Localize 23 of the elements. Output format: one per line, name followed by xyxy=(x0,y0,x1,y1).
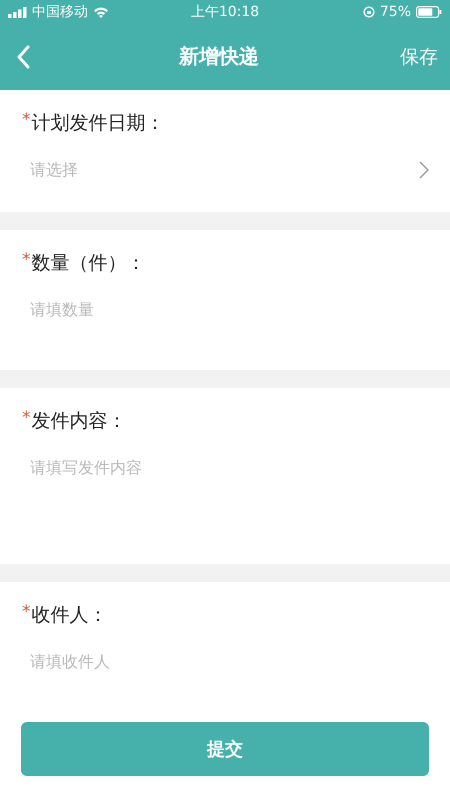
input-field[interactable]: 请填收件人 xyxy=(30,652,428,672)
required-mark: * xyxy=(22,250,30,270)
field-label: 发件内容： xyxy=(32,408,126,434)
chevron-right-icon xyxy=(419,161,429,180)
required-mark: * xyxy=(22,408,30,428)
page-title: 新增快递 xyxy=(178,43,260,70)
save-button[interactable]: 保存 xyxy=(400,44,438,70)
field-label: 收件人： xyxy=(32,603,108,628)
battery-percentage: 75% xyxy=(380,4,412,20)
required-mark: * xyxy=(22,110,30,130)
field-label: 计划发件日期： xyxy=(32,110,164,136)
clock-time: 上午10:18 xyxy=(190,4,260,20)
battery-icon xyxy=(416,6,442,18)
input-field[interactable]: 请填数量 xyxy=(30,300,428,319)
rotation-lock-icon xyxy=(362,6,375,18)
carrier-name: 中国移动 xyxy=(32,3,88,22)
wifi-icon xyxy=(93,6,109,18)
required-mark: * xyxy=(22,602,30,622)
field-label: 数量（件）： xyxy=(32,250,146,276)
text-area-field[interactable]: 请填写发件内容 xyxy=(30,458,428,480)
signal-icon xyxy=(8,6,27,18)
submit-button[interactable]: 提交 xyxy=(21,722,429,776)
date-picker[interactable]: 请选择 xyxy=(30,160,429,181)
